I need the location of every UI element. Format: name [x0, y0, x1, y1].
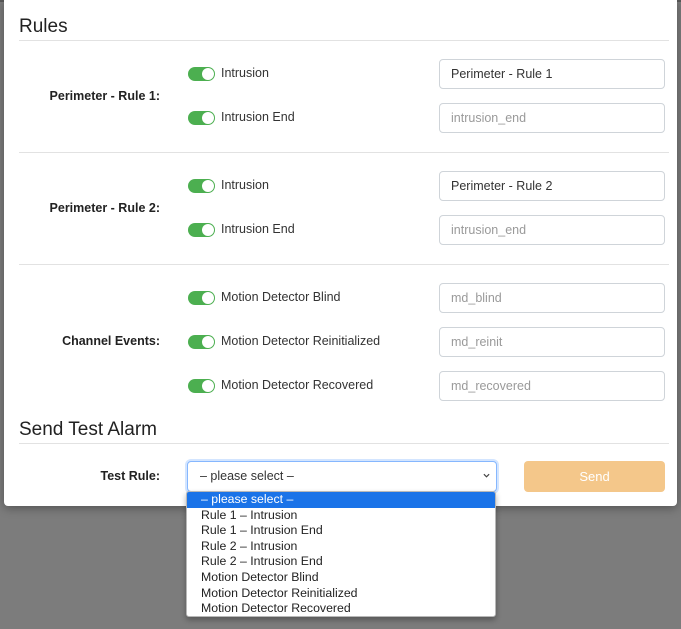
dropdown-option[interactable]: Rule 2 – Intrusion End	[187, 554, 495, 570]
test-rule-selected-value: – please select –	[200, 469, 294, 483]
toggle-label: Motion Detector Reinitialized	[221, 334, 381, 348]
toggle-knob	[202, 336, 214, 348]
toggle-switch[interactable]	[188, 67, 215, 81]
toggle-switch[interactable]	[188, 179, 215, 193]
divider	[19, 264, 669, 265]
toggle-switch[interactable]	[188, 223, 215, 237]
toggle-label: Intrusion End	[221, 222, 295, 236]
group-label-channel-events: Channel Events:	[62, 334, 160, 348]
rules-section-title: Rules	[19, 16, 68, 37]
dropdown-option[interactable]: – please select –	[187, 492, 495, 508]
toggle-switch[interactable]	[188, 335, 215, 349]
event-name-input[interactable]: md_blind	[439, 283, 665, 313]
toggle-knob	[202, 224, 214, 236]
chevron-down-icon	[483, 473, 490, 478]
toggle-knob	[202, 380, 214, 392]
test-rule-dropdown-list: – please select – Rule 1 – Intrusion Rul…	[186, 491, 496, 617]
dropdown-option[interactable]: Rule 2 – Intrusion	[187, 539, 495, 555]
toggle-switch[interactable]	[188, 111, 215, 125]
event-name-input[interactable]: Perimeter - Rule 1	[439, 59, 665, 89]
event-name-input[interactable]: md_recovered	[439, 371, 665, 401]
dropdown-option[interactable]: Rule 1 – Intrusion End	[187, 523, 495, 539]
toggle-knob	[202, 68, 214, 80]
event-name-input[interactable]: md_reinit	[439, 327, 665, 357]
toggle-label: Motion Detector Recovered	[221, 378, 374, 392]
toggle-label: Intrusion	[221, 178, 269, 192]
toggle-label: Motion Detector Blind	[221, 290, 341, 304]
toggle-label: Intrusion End	[221, 110, 295, 124]
send-button[interactable]: Send	[524, 461, 665, 492]
toggle-knob	[202, 180, 214, 192]
dropdown-option[interactable]: Motion Detector Recovered	[187, 601, 495, 616]
event-name-input[interactable]: Perimeter - Rule 2	[439, 171, 665, 201]
divider	[19, 152, 669, 153]
toggle-knob	[202, 292, 214, 304]
group-label-perimeter-rule-2: Perimeter - Rule 2:	[49, 201, 160, 215]
toggle-switch[interactable]	[188, 379, 215, 393]
group-label-perimeter-rule-1: Perimeter - Rule 1:	[49, 89, 160, 103]
event-name-input[interactable]: intrusion_end	[439, 215, 665, 245]
rules-modal: Rules Perimeter - Rule 1: Intrusion Peri…	[4, 0, 677, 506]
test-rule-select[interactable]: – please select –	[187, 461, 497, 492]
toggle-label: Intrusion	[221, 66, 269, 80]
dropdown-option[interactable]: Rule 1 – Intrusion	[187, 508, 495, 524]
event-name-input[interactable]: intrusion_end	[439, 103, 665, 133]
toggle-knob	[202, 112, 214, 124]
dropdown-option[interactable]: Motion Detector Reinitialized	[187, 586, 495, 602]
divider	[19, 40, 669, 41]
test-rule-label: Test Rule:	[100, 469, 161, 483]
test-alarm-section-title: Send Test Alarm	[19, 419, 158, 440]
dropdown-option[interactable]: Motion Detector Blind	[187, 570, 495, 586]
divider	[19, 443, 669, 444]
toggle-switch[interactable]	[188, 291, 215, 305]
